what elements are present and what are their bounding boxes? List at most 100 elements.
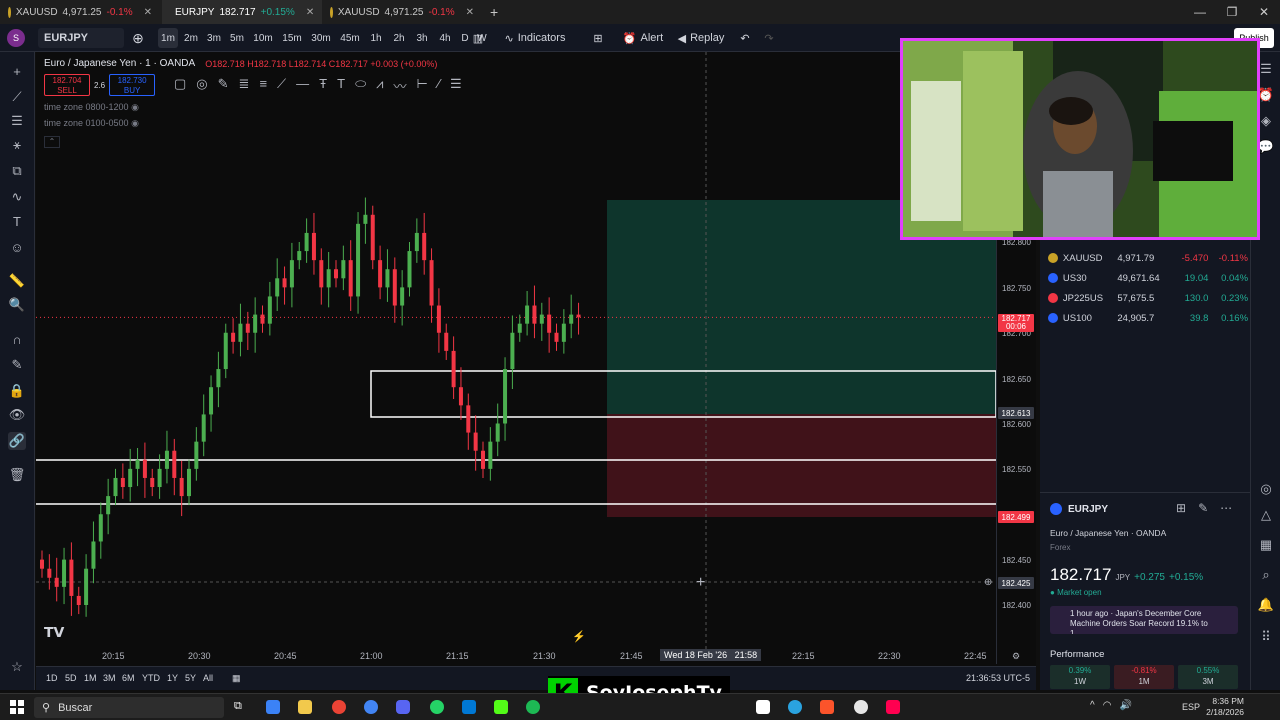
new-tab-icon[interactable]: + bbox=[482, 0, 502, 24]
pen-icon[interactable]: ✎ bbox=[218, 76, 229, 95]
date-range-icon[interactable]: ▦ bbox=[232, 673, 241, 684]
watchlist-row[interactable]: US30 49,671.64 19.04 0.04% bbox=[1048, 268, 1248, 288]
horizontal-line-icon[interactable]: — bbox=[296, 76, 309, 95]
file-explorer-icon[interactable] bbox=[298, 700, 312, 714]
replay-button[interactable]: ◀ Replay bbox=[676, 28, 726, 48]
target-icon[interactable]: ◎ bbox=[1257, 480, 1275, 498]
events-icon[interactable]: ⚡ bbox=[572, 630, 586, 643]
crosshair-icon[interactable]: + bbox=[8, 62, 26, 80]
undo-icon[interactable]: ↶ bbox=[738, 28, 752, 48]
browser-tab-eurjpy[interactable]: EURJPY 182.717 +0.15% ✕ bbox=[162, 0, 322, 24]
text-icon[interactable]: T bbox=[8, 212, 26, 230]
minimize-icon[interactable]: — bbox=[1184, 0, 1216, 24]
copilot-icon[interactable] bbox=[266, 700, 280, 714]
magnet-icon[interactable]: ∩ bbox=[8, 330, 26, 348]
browser-tab-xauusd-2[interactable]: XAUUSD 4,971.25 -0.1% ✕ bbox=[322, 0, 482, 24]
task-view-icon[interactable]: ⧉ bbox=[234, 700, 248, 714]
timeframe-5m[interactable]: 5m bbox=[227, 28, 247, 48]
eye-icon[interactable]: 👁 bbox=[8, 406, 26, 424]
vertical-text-icon[interactable]: Ŧ bbox=[319, 76, 327, 95]
close-tab-icon[interactable]: ✕ bbox=[306, 7, 314, 18]
brush-tool-icon[interactable]: 〰 bbox=[394, 76, 407, 95]
watchlist-row[interactable]: XAUUSD 4,971.79 -5.470 -0.11% bbox=[1048, 248, 1248, 268]
timeframe-1h[interactable]: 1h bbox=[366, 28, 386, 48]
taskbar-search[interactable]: ⚲ Buscar bbox=[34, 697, 224, 718]
watchlist-row[interactable]: JP225US 57,675.5 130.0 0.23% bbox=[1048, 288, 1248, 308]
ray-icon[interactable]: ⟋ bbox=[277, 76, 286, 95]
rectangle-icon[interactable]: ▢ bbox=[174, 76, 186, 95]
indicator-timezone-2[interactable]: time zone 0100-0500 ◉ bbox=[44, 118, 139, 129]
fib-retracement-icon[interactable]: ≣ bbox=[239, 76, 250, 95]
timeframe-15m[interactable]: 15m bbox=[279, 28, 305, 48]
close-window-icon[interactable]: ✕ bbox=[1248, 0, 1280, 24]
outlook-icon[interactable] bbox=[462, 700, 476, 714]
screener-icon[interactable]: ⌕ bbox=[1257, 566, 1275, 584]
timeframe-30m[interactable]: 30m bbox=[308, 28, 334, 48]
forecast-icon[interactable]: ⧉ bbox=[8, 162, 26, 180]
whatsapp-icon[interactable] bbox=[430, 700, 444, 714]
compare-add-icon[interactable]: ⊕ bbox=[130, 28, 146, 48]
close-tab-icon[interactable]: ✕ bbox=[466, 7, 474, 18]
language-indicator[interactable]: ESP bbox=[1182, 702, 1200, 712]
browser-tab-xauusd[interactable]: XAUUSD 4,971.25 -0.1% ✕ bbox=[0, 0, 160, 24]
brave-icon[interactable] bbox=[820, 700, 834, 714]
more-icon[interactable]: ⋯ bbox=[1220, 501, 1232, 515]
utc-clock[interactable]: 21:36:53 UTC-5 bbox=[966, 673, 1030, 683]
range-all[interactable]: All bbox=[203, 673, 213, 683]
path-icon[interactable]: ⩘ bbox=[376, 76, 383, 95]
alert-button[interactable]: ⏰ Alert bbox=[620, 28, 666, 48]
avatar[interactable]: S bbox=[6, 28, 26, 48]
add-alert-icon[interactable]: ⊕ bbox=[984, 577, 992, 588]
range-ytd[interactable]: YTD bbox=[142, 673, 160, 683]
taskbar-clock[interactable]: 8:36 PM 2/18/2026 bbox=[1204, 696, 1244, 718]
trash-icon[interactable]: 🗑 bbox=[8, 466, 26, 484]
redo-icon[interactable]: ↷ bbox=[762, 28, 776, 48]
eye-icon[interactable]: ◉ bbox=[131, 102, 139, 112]
fib-extension-icon[interactable]: ≡ bbox=[259, 76, 267, 95]
timeframe-4h[interactable]: 4h bbox=[435, 28, 455, 48]
grid-icon[interactable]: ⊞ bbox=[1176, 501, 1186, 515]
range-5d[interactable]: 5D bbox=[65, 673, 77, 683]
link-icon[interactable]: 🔗 bbox=[8, 432, 26, 450]
telegram-icon[interactable] bbox=[788, 700, 802, 714]
layout-templates-icon[interactable]: ⊞ bbox=[590, 28, 606, 48]
range-5y[interactable]: 5Y bbox=[185, 673, 196, 683]
chrome-icon[interactable] bbox=[332, 700, 346, 714]
trend-line-icon[interactable]: ⟋ bbox=[8, 88, 26, 106]
tradingview-app-icon[interactable] bbox=[756, 700, 770, 714]
menu-icon[interactable]: ☰ bbox=[450, 76, 462, 95]
discord-icon[interactable] bbox=[396, 700, 410, 714]
range-1y[interactable]: 1Y bbox=[167, 673, 178, 683]
text-tool-icon[interactable]: T bbox=[337, 76, 345, 95]
edit-icon[interactable]: ✎ bbox=[1198, 501, 1208, 515]
calendar-icon[interactable]: ▦ bbox=[1257, 536, 1275, 554]
tray-chevron-icon[interactable]: ^ bbox=[1090, 700, 1095, 711]
lock-icon[interactable]: 🔒 bbox=[8, 382, 26, 400]
sell-button[interactable]: 182.704 SELL bbox=[44, 74, 90, 96]
kick-icon[interactable] bbox=[494, 700, 508, 714]
star-icon[interactable]: ☆ bbox=[8, 658, 26, 676]
timeframe-45m[interactable]: 45m bbox=[337, 28, 363, 48]
maximize-icon[interactable]: ❐ bbox=[1216, 0, 1248, 24]
ideas-icon[interactable]: △ bbox=[1257, 506, 1275, 524]
timeframe-10m[interactable]: 10m bbox=[250, 28, 276, 48]
range-1d[interactable]: 1D bbox=[46, 673, 58, 683]
timeframe-D[interactable]: D bbox=[458, 28, 472, 48]
wifi-icon[interactable]: ◠ bbox=[1103, 700, 1112, 711]
symbol-search[interactable]: EURJPY bbox=[38, 28, 124, 48]
windows-start-icon[interactable] bbox=[10, 700, 24, 714]
timeframe-3m[interactable]: 3m bbox=[204, 28, 224, 48]
fib-icon[interactable]: ☰ bbox=[8, 112, 26, 130]
price-chart[interactable] bbox=[36, 52, 996, 652]
volume-icon[interactable]: 🔊 bbox=[1119, 700, 1131, 711]
timeframe-1m[interactable]: 1m bbox=[158, 28, 178, 48]
range-6m[interactable]: 6M bbox=[122, 673, 135, 683]
timeframe-2m[interactable]: 2m bbox=[181, 28, 201, 48]
watchlist-row[interactable]: US100 24,905.7 39.8 0.16% bbox=[1048, 308, 1248, 328]
spotify-icon[interactable] bbox=[526, 700, 540, 714]
ellipse-icon[interactable]: ⬭ bbox=[355, 76, 366, 95]
circle-icon[interactable]: ◎ bbox=[196, 76, 207, 95]
brush-icon[interactable]: ∿ bbox=[8, 188, 26, 206]
notifications-icon[interactable]: 🔔 bbox=[1257, 596, 1275, 614]
emoji-icon[interactable]: ☺ bbox=[8, 238, 26, 256]
